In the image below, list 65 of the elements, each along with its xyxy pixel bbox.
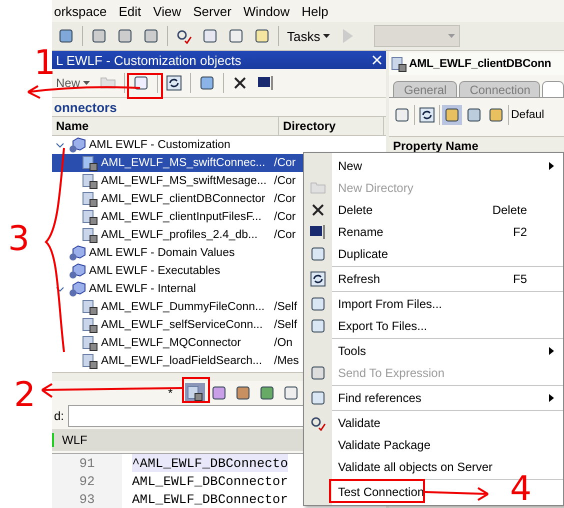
annotation-number: 3	[8, 219, 30, 259]
menu-item[interactable]: Find references	[338, 391, 422, 405]
view-label: Defaul	[511, 109, 544, 121]
shortcut-label: Delete	[491, 203, 528, 217]
tree-label: AML_EWLF_loadFieldSearch...	[101, 355, 262, 367]
directory-cell: /Cor	[274, 175, 296, 187]
directory-cell: /Cor	[274, 211, 296, 223]
modified-marker: *	[168, 386, 173, 400]
menu-item[interactable]: Window	[243, 4, 290, 18]
directory-cell: /Cor	[274, 157, 296, 169]
line-number: 91	[79, 454, 95, 472]
panel-title: L EWLF - Customization objects	[56, 52, 242, 68]
tree-label: AML_EWLF_MQConnector	[101, 337, 241, 349]
menu-item[interactable]: Duplicate	[338, 247, 388, 261]
menu-item[interactable]: Help	[302, 4, 328, 18]
tasks-button[interactable]: Tasks	[285, 28, 332, 44]
tree-label: AML_EWLF_DummyFileConn...	[101, 301, 265, 313]
directory-cell: /Self	[274, 301, 298, 313]
tree-label: AML EWLF - Executables	[89, 265, 220, 277]
line-number: 92	[79, 472, 95, 490]
column-header[interactable]: Directory	[279, 117, 384, 135]
menu-item[interactable]: Validate	[338, 416, 380, 430]
shortcut-label: F5	[512, 272, 528, 286]
editor-title: AML_EWLF_clientDBConn	[409, 58, 552, 70]
menu-item[interactable]: View	[153, 4, 182, 18]
section-title: onnectors	[53, 98, 118, 116]
code-line: AML_EWLF_DBConnector	[132, 472, 288, 490]
field-label: d:	[54, 409, 64, 423]
menu-item[interactable]: Edit	[118, 4, 142, 18]
annotation-number: 1	[34, 43, 56, 83]
tree-label: AML_EWLF_clientDBConnector	[101, 193, 266, 205]
annotation-number: 2	[14, 375, 36, 415]
line-number: 93	[79, 490, 95, 508]
menu-item[interactable]: Delete	[338, 203, 373, 217]
tree-label: AML EWLF - Customization	[89, 139, 230, 151]
menu-item[interactable]: Rename	[338, 225, 384, 239]
directory-cell: /Cor	[274, 193, 296, 205]
directory-cell: /On	[274, 337, 293, 349]
tree-label: AML EWLF - Domain Values	[89, 247, 235, 259]
menu-item[interactable]: Import From Files...	[338, 297, 442, 311]
tree-label: AML_EWLF_selfServiceConn...	[101, 319, 263, 331]
tree-label: AML_EWLF_MS_swiftMesage...	[101, 175, 267, 187]
tree-row[interactable]: AML EWLF - Customization	[52, 136, 386, 154]
editor-tab[interactable]: WLF	[52, 433, 96, 447]
code-line: AML_EWLF_DBConnector	[132, 490, 288, 508]
menu-item[interactable]: Server	[193, 4, 232, 18]
tree-label: AML EWLF - Internal	[89, 283, 196, 295]
menu-item[interactable]: Export To Files...	[338, 319, 428, 333]
column-header[interactable]: Name	[52, 117, 279, 135]
directory-cell: /Cor	[274, 229, 296, 241]
directory-cell: /Self	[274, 319, 298, 331]
new-button[interactable]: New	[54, 76, 92, 90]
tree-label: AML_EWLF_profiles_2.4_db...	[101, 229, 258, 241]
directory-cell: /Mes	[274, 355, 299, 367]
menu-item[interactable]: Validate all objects on Server	[338, 460, 493, 474]
menu-item[interactable]: Refresh	[338, 272, 380, 286]
tree-label: AML_EWLF_MS_swiftConnec...	[101, 157, 266, 169]
tree-label: AML_EWLF_clientInputFilesF...	[101, 211, 262, 223]
annotation-number: 4	[510, 469, 532, 508]
menu-item[interactable]: Tools	[338, 344, 366, 358]
shortcut-label: F2	[512, 225, 528, 239]
menu-item[interactable]: orkspace	[54, 4, 107, 18]
menu-item[interactable]: New	[338, 159, 362, 173]
menu-item[interactable]: Validate Package	[338, 438, 431, 452]
menu-item[interactable]: Test Connection	[338, 485, 424, 499]
